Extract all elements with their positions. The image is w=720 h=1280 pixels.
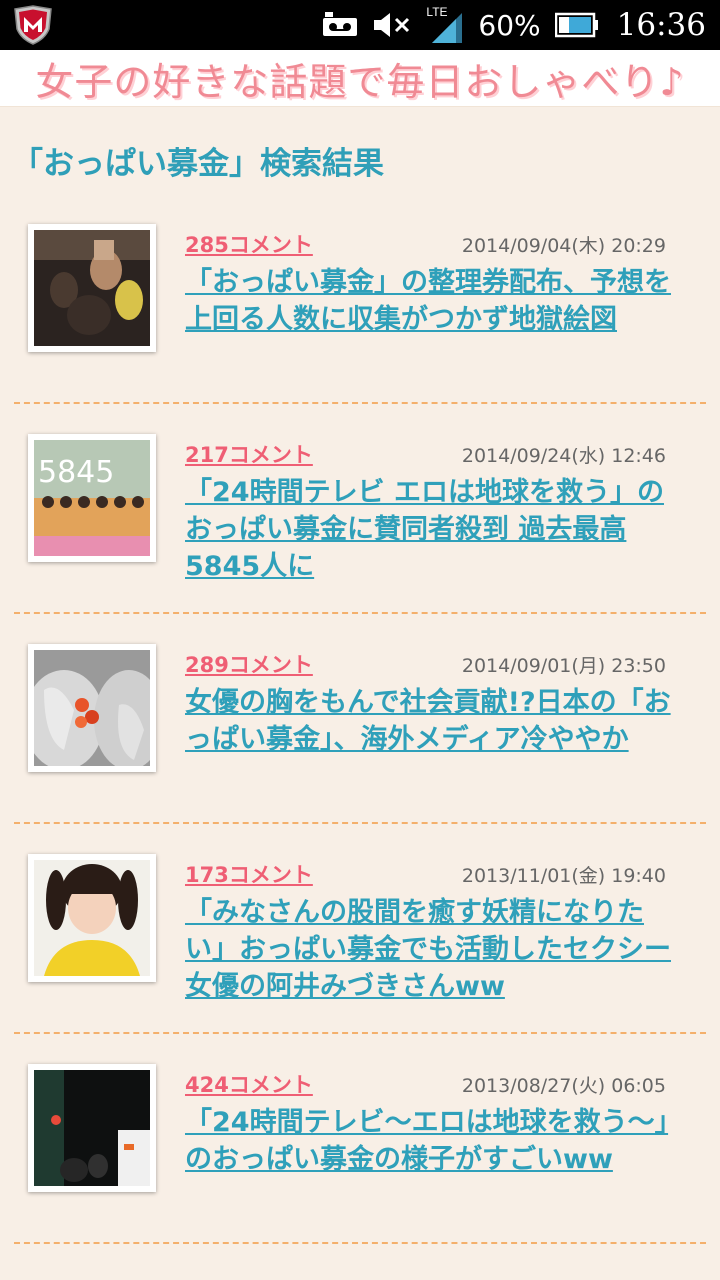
battery-icon bbox=[554, 12, 598, 38]
article-title-link[interactable]: 「24時間テレビ～エロは地球を救う～」のおっぱい募金の様子がすごいww bbox=[185, 1104, 675, 1178]
divider bbox=[14, 822, 706, 824]
post-date: 2013/11/01(金) 19:40 bbox=[461, 865, 666, 887]
banner-text: 女子の好きな話題で毎日おしゃべり♪ bbox=[35, 59, 685, 104]
battery-percentage: 60% bbox=[478, 8, 541, 42]
mute-icon bbox=[374, 13, 410, 37]
mcafee-shield-icon bbox=[14, 5, 52, 45]
article-title-link[interactable]: 「みなさんの股間を癒す妖精になりたい」おっぱい募金でも活動したセクシー女優の阿井… bbox=[185, 894, 675, 1005]
article-title-link[interactable]: 女優の胸をもんで社会貢献!?日本の「おっぱい募金」、海外メディア冷ややか bbox=[185, 684, 675, 758]
article-thumbnail[interactable] bbox=[28, 224, 156, 352]
list-item[interactable]: 289コメント 2014/09/01(月) 23:50 女優の胸をもんで社会貢献… bbox=[0, 630, 720, 840]
list-item[interactable]: 173コメント 2013/11/01(金) 19:40 「みなさんの股間を癒す妖… bbox=[0, 840, 720, 1050]
results-list: 285コメント 2014/09/04(木) 20:29 「おっぱい募金」の整理券… bbox=[0, 210, 720, 1260]
site-banner[interactable]: 女子の好きな話題で毎日おしゃべり♪ bbox=[0, 50, 720, 107]
thumb-counter-text: 5845 bbox=[38, 455, 114, 490]
article-thumbnail[interactable] bbox=[28, 644, 156, 772]
article-title-link[interactable]: 「24時間テレビ エロは地球を救う」のおっぱい募金に賛同者殺到 過去最高5845… bbox=[185, 474, 675, 585]
article-thumbnail[interactable]: 5845 bbox=[28, 434, 156, 562]
comment-count-link[interactable]: 173コメント bbox=[185, 859, 313, 889]
clock: 16:36 bbox=[616, 7, 706, 43]
post-date: 2014/09/04(木) 20:29 bbox=[461, 235, 666, 257]
list-item[interactable]: 5845 217コメント 2014/09/24(水) 12:46 「24時間テレ… bbox=[0, 420, 720, 630]
article-thumbnail[interactable] bbox=[28, 1064, 156, 1192]
comment-count-link[interactable]: 285コメント bbox=[185, 229, 313, 259]
list-item[interactable]: 424コメント 2013/08/27(火) 06:05 「24時間テレビ～エロは… bbox=[0, 1050, 720, 1260]
comment-count-link[interactable]: 424コメント bbox=[185, 1069, 313, 1099]
status-bar: LTE 60% 16:36 bbox=[0, 0, 720, 50]
divider bbox=[14, 1242, 706, 1244]
voicemail-icon bbox=[323, 12, 358, 36]
comment-count-link[interactable]: 217コメント bbox=[185, 439, 313, 469]
divider bbox=[14, 1032, 706, 1034]
lte-signal-icon: LTE bbox=[426, 5, 464, 45]
post-date: 2013/08/27(火) 06:05 bbox=[461, 1075, 666, 1097]
article-title-link[interactable]: 「おっぱい募金」の整理券配布、予想を上回る人数に収集がつかず地獄絵図 bbox=[185, 264, 675, 338]
search-results-heading: 「おっぱい募金」検索結果 bbox=[12, 146, 384, 182]
article-thumbnail[interactable] bbox=[28, 854, 156, 982]
divider bbox=[14, 402, 706, 404]
list-item[interactable]: 285コメント 2014/09/04(木) 20:29 「おっぱい募金」の整理券… bbox=[0, 210, 720, 420]
comment-count-link[interactable]: 289コメント bbox=[185, 649, 313, 679]
post-date: 2014/09/24(水) 12:46 bbox=[461, 445, 666, 467]
post-date: 2014/09/01(月) 23:50 bbox=[461, 655, 666, 677]
divider bbox=[14, 612, 706, 614]
